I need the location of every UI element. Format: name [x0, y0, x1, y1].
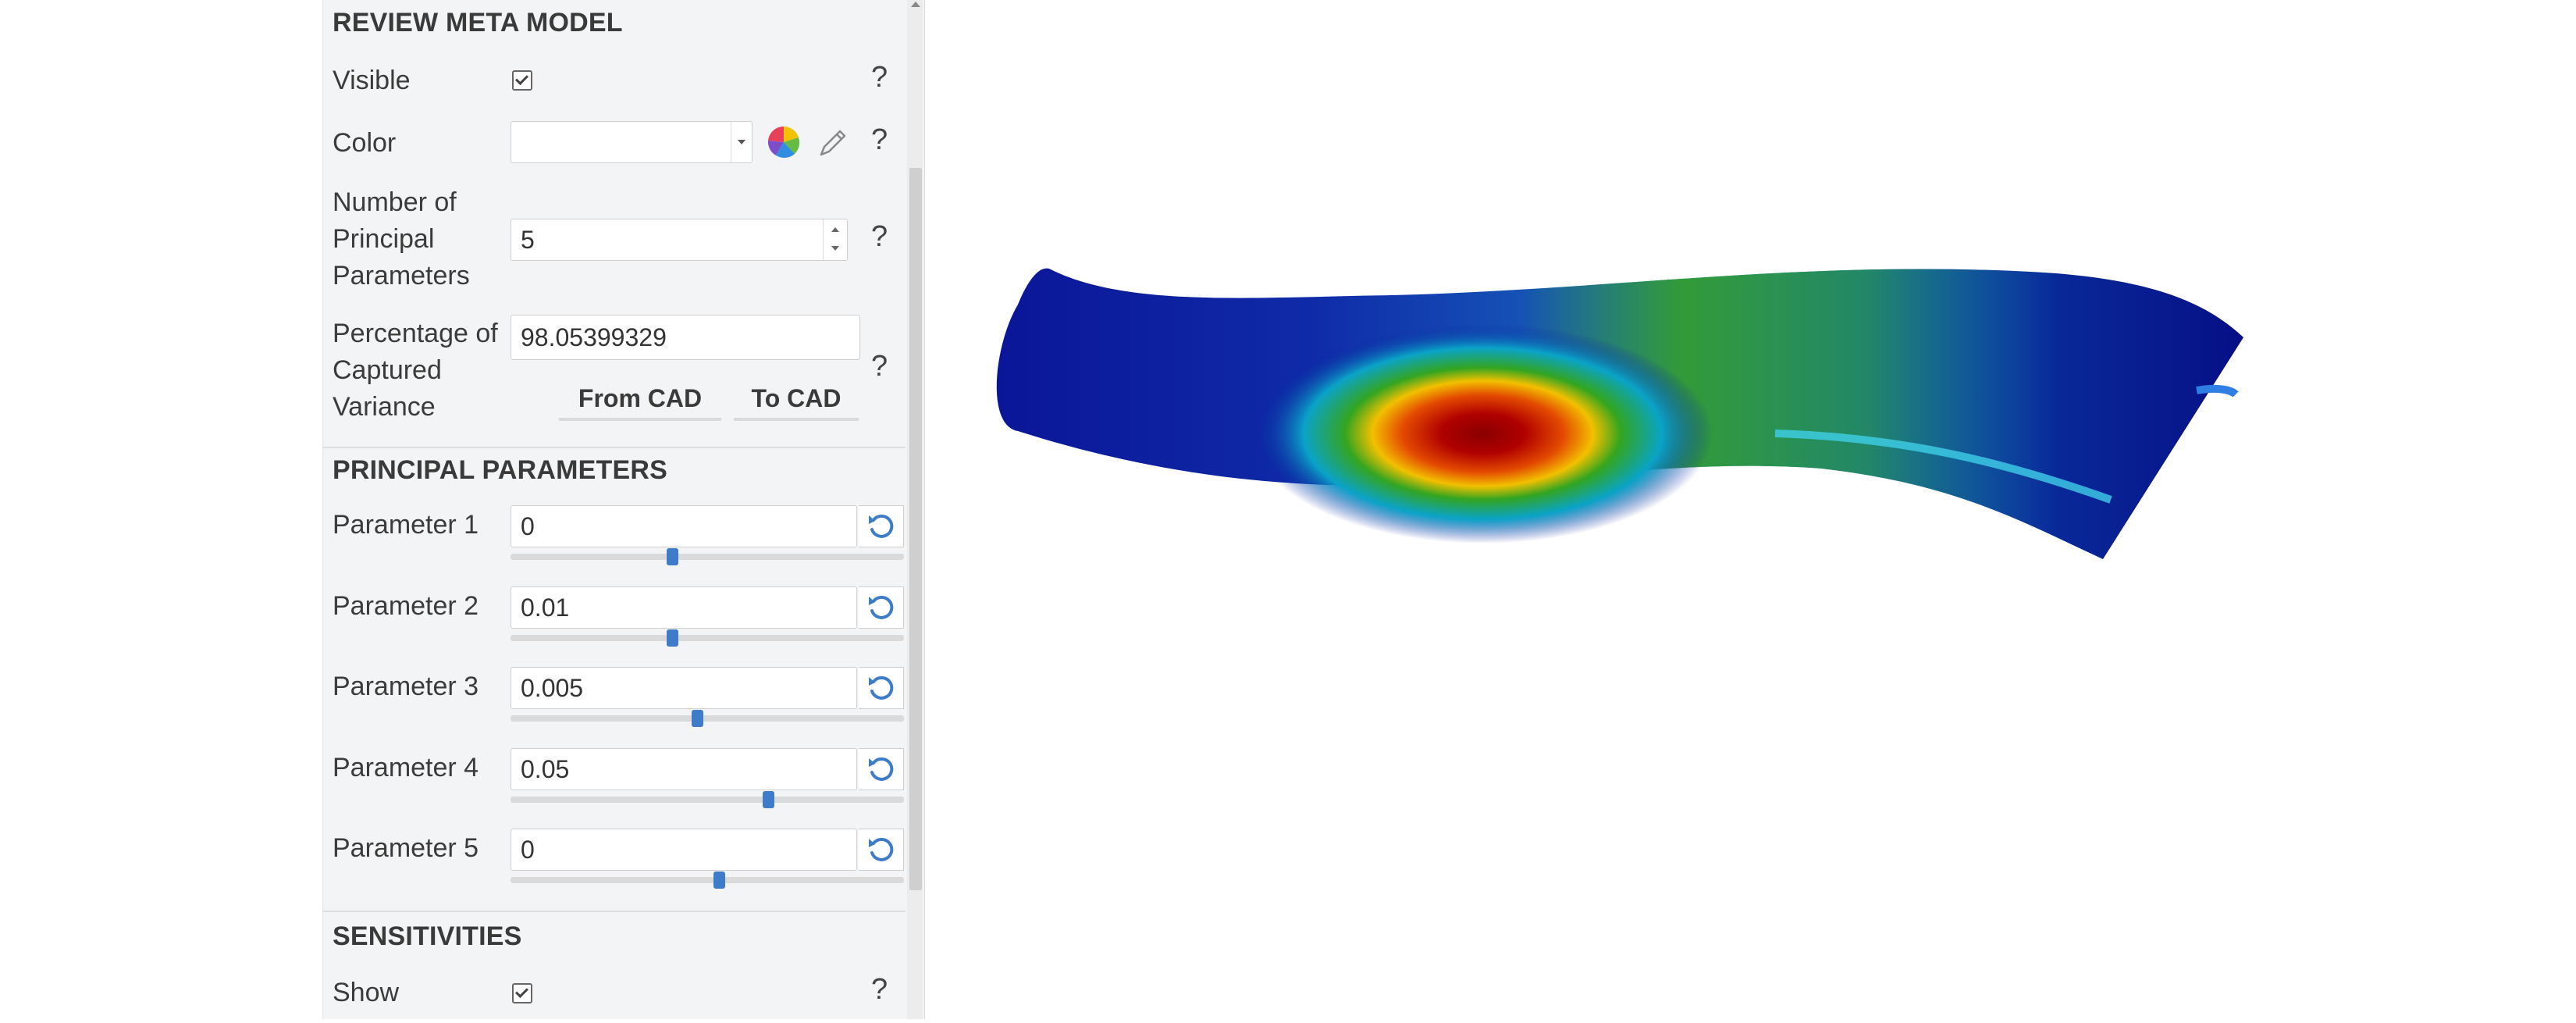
- parameter-label: Parameter 2: [333, 591, 479, 621]
- 3d-viewport[interactable]: [924, 0, 2576, 1019]
- parameter-slider-track[interactable]: [511, 635, 904, 641]
- parameter-value: 0: [521, 835, 535, 864]
- num-params-help-icon[interactable]: ?: [871, 220, 888, 254]
- pencil-icon[interactable]: [817, 125, 851, 159]
- section-title-principal-parameters: PRINCIPAL PARAMETERS: [333, 455, 668, 485]
- parameter-value-input[interactable]: 0.01: [511, 586, 857, 629]
- section-title-review-meta-model: REVIEW META MODEL: [333, 8, 623, 37]
- num-params-label-line3: Parameters: [333, 261, 470, 291]
- variance-label-line2: Captured: [333, 355, 442, 385]
- variance-label-line1: Percentage of: [333, 319, 498, 348]
- parameter-value: 0: [521, 512, 535, 540]
- parameter-slider-track[interactable]: [511, 877, 904, 883]
- reset-icon: [868, 595, 893, 619]
- parameter-slider-thumb[interactable]: [667, 548, 678, 565]
- parameter-label: Parameter 5: [333, 833, 479, 863]
- parameter-slider-thumb[interactable]: [763, 791, 774, 808]
- section-title-sensitivities: SENSITIVITIES: [333, 921, 522, 951]
- parameter-value-input[interactable]: 0.05: [511, 748, 857, 790]
- variance-value: 98.05399329: [521, 323, 667, 351]
- show-sensitivities-checkbox[interactable]: [512, 983, 532, 1003]
- sensitivities-help-icon[interactable]: ?: [871, 973, 888, 1007]
- parameter-slider-track[interactable]: [511, 554, 904, 560]
- num-params-label-line2: Principal: [333, 224, 435, 254]
- visible-label: Visible: [333, 66, 411, 95]
- parameter-slider-track[interactable]: [511, 715, 904, 722]
- parameter-slider-track[interactable]: [511, 797, 904, 803]
- reset-icon: [868, 675, 893, 700]
- color-wheel-icon[interactable]: [767, 125, 801, 159]
- stepper-down-icon[interactable]: [831, 246, 839, 251]
- reset-button[interactable]: [859, 667, 904, 709]
- reset-button[interactable]: [859, 586, 904, 629]
- pipe-meta-model-render: [996, 234, 2243, 578]
- reset-icon: [868, 757, 893, 781]
- parameter-label: Parameter 1: [333, 510, 479, 540]
- reset-icon: [868, 837, 893, 861]
- parameter-label: Parameter 3: [333, 672, 479, 701]
- properties-panel: REVIEW META MODEL Visible ? Color ? Numb…: [322, 0, 925, 1019]
- to-cad-button[interactable]: To CAD: [734, 384, 859, 421]
- visible-help-icon[interactable]: ?: [871, 61, 888, 94]
- reset-icon: [868, 514, 893, 538]
- parameter-slider-thumb[interactable]: [713, 872, 725, 889]
- from-cad-button[interactable]: From CAD: [559, 384, 721, 421]
- parameter-value-input[interactable]: 0.005: [511, 667, 857, 709]
- reset-button[interactable]: [859, 829, 904, 871]
- dropdown-arrow-icon[interactable]: [731, 122, 752, 162]
- color-help-icon[interactable]: ?: [871, 123, 888, 157]
- variance-label-line3: Variance: [333, 392, 436, 422]
- num-params-value: 5: [521, 225, 535, 254]
- variance-field: 98.05399329: [511, 315, 860, 360]
- num-params-stepper[interactable]: [823, 219, 847, 260]
- num-params-label-line1: Number of: [333, 187, 457, 217]
- scrollbar-thumb[interactable]: [909, 168, 922, 890]
- show-label: Show: [333, 978, 400, 1007]
- parameter-value: 0.05: [521, 754, 570, 783]
- color-label: Color: [333, 128, 397, 158]
- stepper-up-icon[interactable]: [831, 227, 839, 232]
- num-params-input[interactable]: 5: [511, 219, 848, 261]
- reset-button[interactable]: [859, 748, 904, 790]
- parameter-value: 0.01: [521, 593, 570, 622]
- parameter-value-input[interactable]: 0: [511, 505, 857, 547]
- parameter-value: 0.005: [521, 673, 584, 702]
- divider: [323, 911, 906, 912]
- parameter-value-input[interactable]: 0: [511, 829, 857, 871]
- parameter-label: Parameter 4: [333, 753, 479, 782]
- reset-button[interactable]: [859, 505, 904, 547]
- variance-help-icon[interactable]: ?: [871, 350, 888, 383]
- parameter-slider-thumb[interactable]: [692, 710, 703, 727]
- parameter-slider-thumb[interactable]: [667, 629, 678, 647]
- color-dropdown[interactable]: [511, 121, 753, 163]
- scroll-up-arrow-icon[interactable]: [911, 2, 920, 7]
- visible-checkbox[interactable]: [512, 70, 532, 91]
- divider: [323, 447, 906, 448]
